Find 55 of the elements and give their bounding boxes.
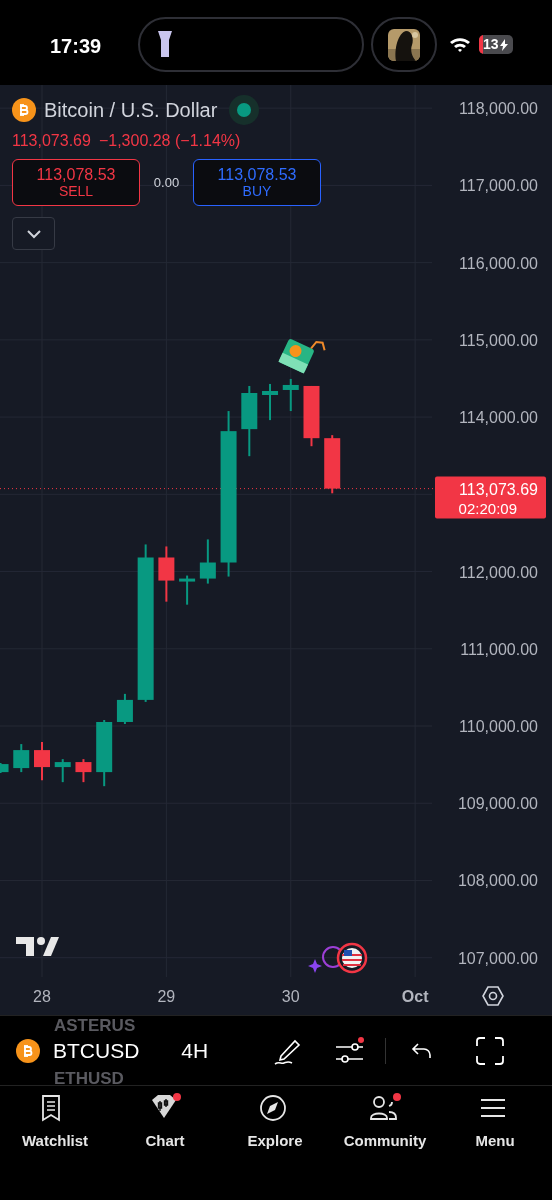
- candlestick: [0, 762, 9, 775]
- interval-button[interactable]: 4H: [181, 1034, 209, 1067]
- date-axis-label: Oct: [401, 988, 429, 1005]
- battery-indicator: 13: [479, 35, 513, 54]
- price-axis-label: 109,000.00: [457, 795, 538, 813]
- candlestick: [324, 434, 341, 495]
- expand-button[interactable]: [12, 217, 55, 250]
- price-axis-label: 110,000.00: [459, 718, 538, 735]
- undo-icon[interactable]: [410, 1041, 433, 1060]
- chevron-down-icon: [25, 228, 42, 239]
- date-axis-label: 29: [157, 988, 176, 1005]
- candlestick: [303, 384, 320, 448]
- last-price-label: 113,073.69 02:20:09: [435, 476, 546, 519]
- candlestick: [116, 692, 133, 725]
- sell-button[interactable]: 113,078.53 SELL: [12, 159, 140, 206]
- candlestick: [179, 574, 196, 606]
- price-axis-label: 118,000.00: [459, 100, 538, 118]
- juice-box-icon: [278, 338, 326, 374]
- fullscreen-icon[interactable]: [476, 1036, 505, 1065]
- candlestick: [13, 743, 30, 774]
- candlestick: [282, 377, 299, 413]
- candlestick: [75, 758, 92, 784]
- clock: 17:39: [50, 34, 102, 59]
- bitcoin-icon: [16, 1038, 40, 1063]
- indicators-icon[interactable]: [335, 1036, 366, 1065]
- price-axis-label: 108,000.00: [457, 872, 538, 890]
- price-axis-label: 114,000.00: [459, 409, 538, 427]
- date-axis-label: 28: [33, 988, 51, 1005]
- flashlight-icon: [157, 29, 173, 59]
- price-axis-label: 117,000.00: [459, 177, 538, 195]
- symbol-title[interactable]: Bitcoin / U.S. Dollar: [44, 95, 218, 125]
- price-axis-label: 111,000.00: [460, 640, 538, 658]
- wifi-icon: [449, 37, 471, 53]
- nav-tab[interactable]: Community: [330, 1086, 440, 1200]
- price-axis-label: 112,000.00: [459, 563, 538, 581]
- candlestick: [199, 538, 216, 585]
- price-axis-label: 116,000.00: [459, 254, 538, 272]
- price-axis-label: 115,000.00: [459, 331, 538, 349]
- nav-tab[interactable]: Explore: [220, 1086, 330, 1200]
- date-axis-label: 30: [281, 988, 300, 1005]
- bitcoin-icon: [12, 98, 36, 122]
- nav-tab[interactable]: Menu: [440, 1086, 550, 1200]
- events-icon: [308, 942, 368, 974]
- price-axis-label: 107,000.00: [457, 949, 538, 967]
- candlestick: [54, 758, 71, 784]
- last-price: 113,073.69: [12, 131, 91, 151]
- settings-icon[interactable]: [482, 986, 504, 1006]
- price-change: −1,300.28 (−1.14%): [98, 131, 241, 151]
- spread-value: 0.00: [152, 173, 181, 192]
- candlestick: [262, 382, 279, 422]
- tradingview-logo: [16, 937, 59, 956]
- candlestick: [158, 545, 175, 603]
- candlestick: [34, 741, 50, 782]
- candlestick: [96, 719, 113, 788]
- buy-button[interactable]: 113,078.53 BUY: [193, 159, 321, 206]
